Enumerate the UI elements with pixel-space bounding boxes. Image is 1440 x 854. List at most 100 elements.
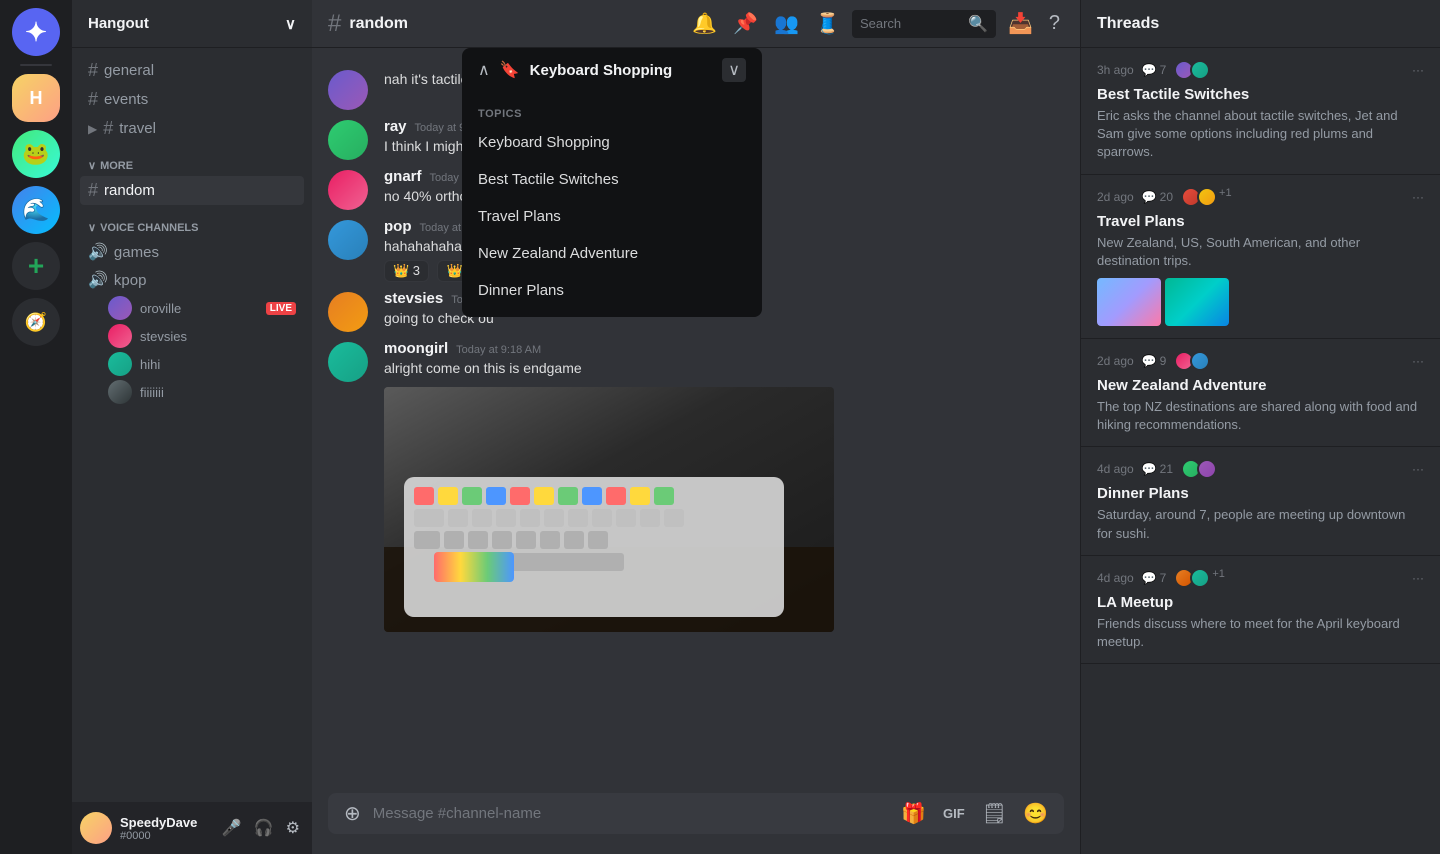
emoji-icon[interactable]: 😊 bbox=[1019, 793, 1052, 834]
thread-title: Best Tactile Switches bbox=[1097, 86, 1424, 103]
threads-title: Threads bbox=[1097, 15, 1159, 33]
thread-title: New Zealand Adventure bbox=[1097, 377, 1424, 394]
message-author[interactable]: gnarf bbox=[384, 168, 422, 185]
chat-input[interactable] bbox=[373, 793, 889, 834]
thread-more-icon[interactable]: ··· bbox=[1412, 571, 1424, 585]
voice-user-stevsies[interactable]: stevsies bbox=[80, 322, 304, 350]
thread-ago: 2d ago bbox=[1097, 190, 1134, 204]
category-voice[interactable]: ∨ VOICE CHANNELS bbox=[72, 205, 312, 238]
search-bar[interactable]: 🔍 bbox=[852, 10, 996, 38]
server-icon-add[interactable]: + bbox=[12, 242, 60, 290]
avatar bbox=[328, 170, 368, 210]
add-member-icon[interactable]: 👤+ bbox=[254, 182, 280, 199]
topic-item-dinner-plans[interactable]: Dinner Plans bbox=[462, 272, 762, 309]
voice-user-oroville[interactable]: oroville LIVE bbox=[80, 294, 304, 322]
reply-icon: 💬 bbox=[1142, 462, 1157, 476]
thread-item-la-meetup[interactable]: 4d ago 💬 7 +1 ··· LA Meetup Friends disc… bbox=[1081, 556, 1440, 664]
channel-item-events[interactable]: # events bbox=[80, 85, 304, 114]
search-icon: 🔍 bbox=[968, 14, 988, 34]
reaction-crown-1[interactable]: 👑 3 bbox=[384, 260, 429, 282]
voice-username: stevsies bbox=[140, 329, 187, 344]
search-input[interactable] bbox=[860, 16, 962, 31]
thread-image bbox=[1097, 278, 1161, 326]
server-icon-explore[interactable]: 🧭 bbox=[12, 298, 60, 346]
channel-item-games[interactable]: 🔊 games bbox=[80, 238, 304, 266]
channel-item-general[interactable]: # general bbox=[80, 56, 304, 85]
thread-more-icon[interactable]: ··· bbox=[1412, 354, 1424, 368]
settings-icon[interactable]: ⚙ bbox=[282, 814, 304, 842]
threads-icon[interactable]: 🧵 bbox=[811, 7, 844, 40]
server-divider bbox=[20, 64, 52, 66]
members-icon[interactable]: 👥 bbox=[770, 7, 803, 40]
add-attachment-icon[interactable]: ⊕ bbox=[340, 793, 365, 834]
message-author[interactable]: stevsies bbox=[384, 290, 443, 307]
server-sidebar: ✦ H 🐸 🌊 + 🧭 bbox=[0, 0, 72, 854]
channel-name-random: random bbox=[104, 182, 155, 199]
settings-icon[interactable]: ⚙ bbox=[283, 182, 296, 199]
channel-list: # general # events ▶ # travel ∨ MORE # r… bbox=[72, 48, 312, 802]
bell-icon[interactable]: 🔔 bbox=[688, 7, 721, 40]
thread-ago: 4d ago bbox=[1097, 571, 1134, 585]
thread-replies: 💬 9 bbox=[1142, 354, 1167, 368]
thread-images bbox=[1097, 278, 1424, 326]
microphone-icon[interactable]: 🎤 bbox=[218, 814, 246, 842]
topic-item-nz-adventure[interactable]: New Zealand Adventure bbox=[462, 235, 762, 272]
message-author[interactable]: pop bbox=[384, 218, 412, 235]
thread-title: Travel Plans bbox=[1097, 213, 1424, 230]
channel-item-travel[interactable]: ▶ # travel bbox=[80, 114, 304, 143]
sticker-icon[interactable]: 🗒 bbox=[978, 793, 1011, 834]
thread-more-icon[interactable]: ··· bbox=[1412, 63, 1424, 77]
message-author[interactable]: ray bbox=[384, 118, 407, 135]
category-more[interactable]: ∨ MORE bbox=[72, 143, 312, 176]
topic-chevron-up-icon[interactable]: ∧ bbox=[478, 60, 490, 80]
inbox-icon[interactable]: 📥 bbox=[1004, 7, 1037, 40]
gift-icon[interactable]: 🎁 bbox=[897, 793, 930, 834]
thread-replies: 💬 7 bbox=[1142, 63, 1167, 77]
thread-more-icon[interactable]: ··· bbox=[1412, 462, 1424, 476]
pin-icon[interactable]: 📌 bbox=[729, 7, 762, 40]
topic-chevron-down-icon[interactable]: ∨ bbox=[722, 58, 746, 82]
thread-replies: 💬 7 bbox=[1142, 571, 1167, 585]
discord-icon[interactable]: ✦ bbox=[12, 8, 60, 56]
server-icon-frog[interactable]: 🐸 bbox=[12, 130, 60, 178]
channel-item-random[interactable]: # random 👤+ ⚙ bbox=[80, 176, 304, 205]
reply-icon: 💬 bbox=[1142, 190, 1157, 204]
chat-header: # random 🔔 📌 👥 🧵 🔍 📥 ? bbox=[312, 0, 1080, 48]
server-icon-wave[interactable]: 🌊 bbox=[12, 186, 60, 234]
message-author[interactable]: moongirl bbox=[384, 340, 448, 357]
topic-item-best-tactile[interactable]: Best Tactile Switches bbox=[462, 161, 762, 198]
avatar bbox=[108, 380, 132, 404]
thread-item-travel-plans[interactable]: 2d ago 💬 20 +1 ··· Travel Plans New Zeal… bbox=[1081, 175, 1440, 339]
hash-icon: # bbox=[103, 118, 113, 139]
server-dropdown-icon[interactable]: ∨ bbox=[285, 15, 296, 33]
topic-item-travel-plans[interactable]: Travel Plans bbox=[462, 198, 762, 235]
channel-item-kpop[interactable]: 🔊 kpop bbox=[80, 266, 304, 294]
chat-input-area: ⊕ 🎁 GIF 🗒 😊 bbox=[312, 793, 1080, 854]
headset-icon[interactable]: 🎧 bbox=[250, 814, 278, 842]
avatar bbox=[108, 324, 132, 348]
user-info: SpeedyDave #0000 bbox=[120, 815, 210, 842]
thread-more-icon[interactable]: ··· bbox=[1412, 190, 1424, 204]
message-text: alright come on this is endgame bbox=[384, 359, 1064, 378]
user-panel: SpeedyDave #0000 🎤 🎧 ⚙ bbox=[72, 802, 312, 854]
channel-name-events: events bbox=[104, 91, 148, 108]
server-name: Hangout bbox=[88, 15, 149, 32]
keyboard-image bbox=[384, 387, 834, 632]
channel-name-travel: travel bbox=[119, 120, 156, 137]
voice-user-fiiiiiii[interactable]: fiiiiiii bbox=[80, 378, 304, 406]
help-icon[interactable]: ? bbox=[1045, 8, 1064, 39]
server-icon-hangout[interactable]: H bbox=[12, 74, 60, 122]
server-header[interactable]: Hangout ∨ bbox=[72, 0, 312, 48]
thread-item-best-tactile[interactable]: 3h ago 💬 7 ··· Best Tactile Switches Eri… bbox=[1081, 48, 1440, 175]
voice-user-hihi[interactable]: hihi bbox=[80, 350, 304, 378]
thread-desc: Eric asks the channel about tactile swit… bbox=[1097, 107, 1424, 162]
thread-replies: 💬 20 bbox=[1142, 190, 1173, 204]
thread-item-dinner-plans[interactable]: 4d ago 💬 21 ··· Dinner Plans Saturday, a… bbox=[1081, 447, 1440, 555]
reply-icon: 💬 bbox=[1142, 63, 1157, 77]
thread-item-nz-adventure[interactable]: 2d ago 💬 9 ··· New Zealand Adventure The… bbox=[1081, 339, 1440, 447]
voice-username: hihi bbox=[140, 357, 160, 372]
topic-item-keyboard-shopping[interactable]: Keyboard Shopping bbox=[462, 124, 762, 161]
voice-username: fiiiiiii bbox=[140, 385, 164, 400]
gif-icon[interactable]: GIF bbox=[938, 803, 970, 824]
voice-username: oroville bbox=[140, 301, 181, 316]
